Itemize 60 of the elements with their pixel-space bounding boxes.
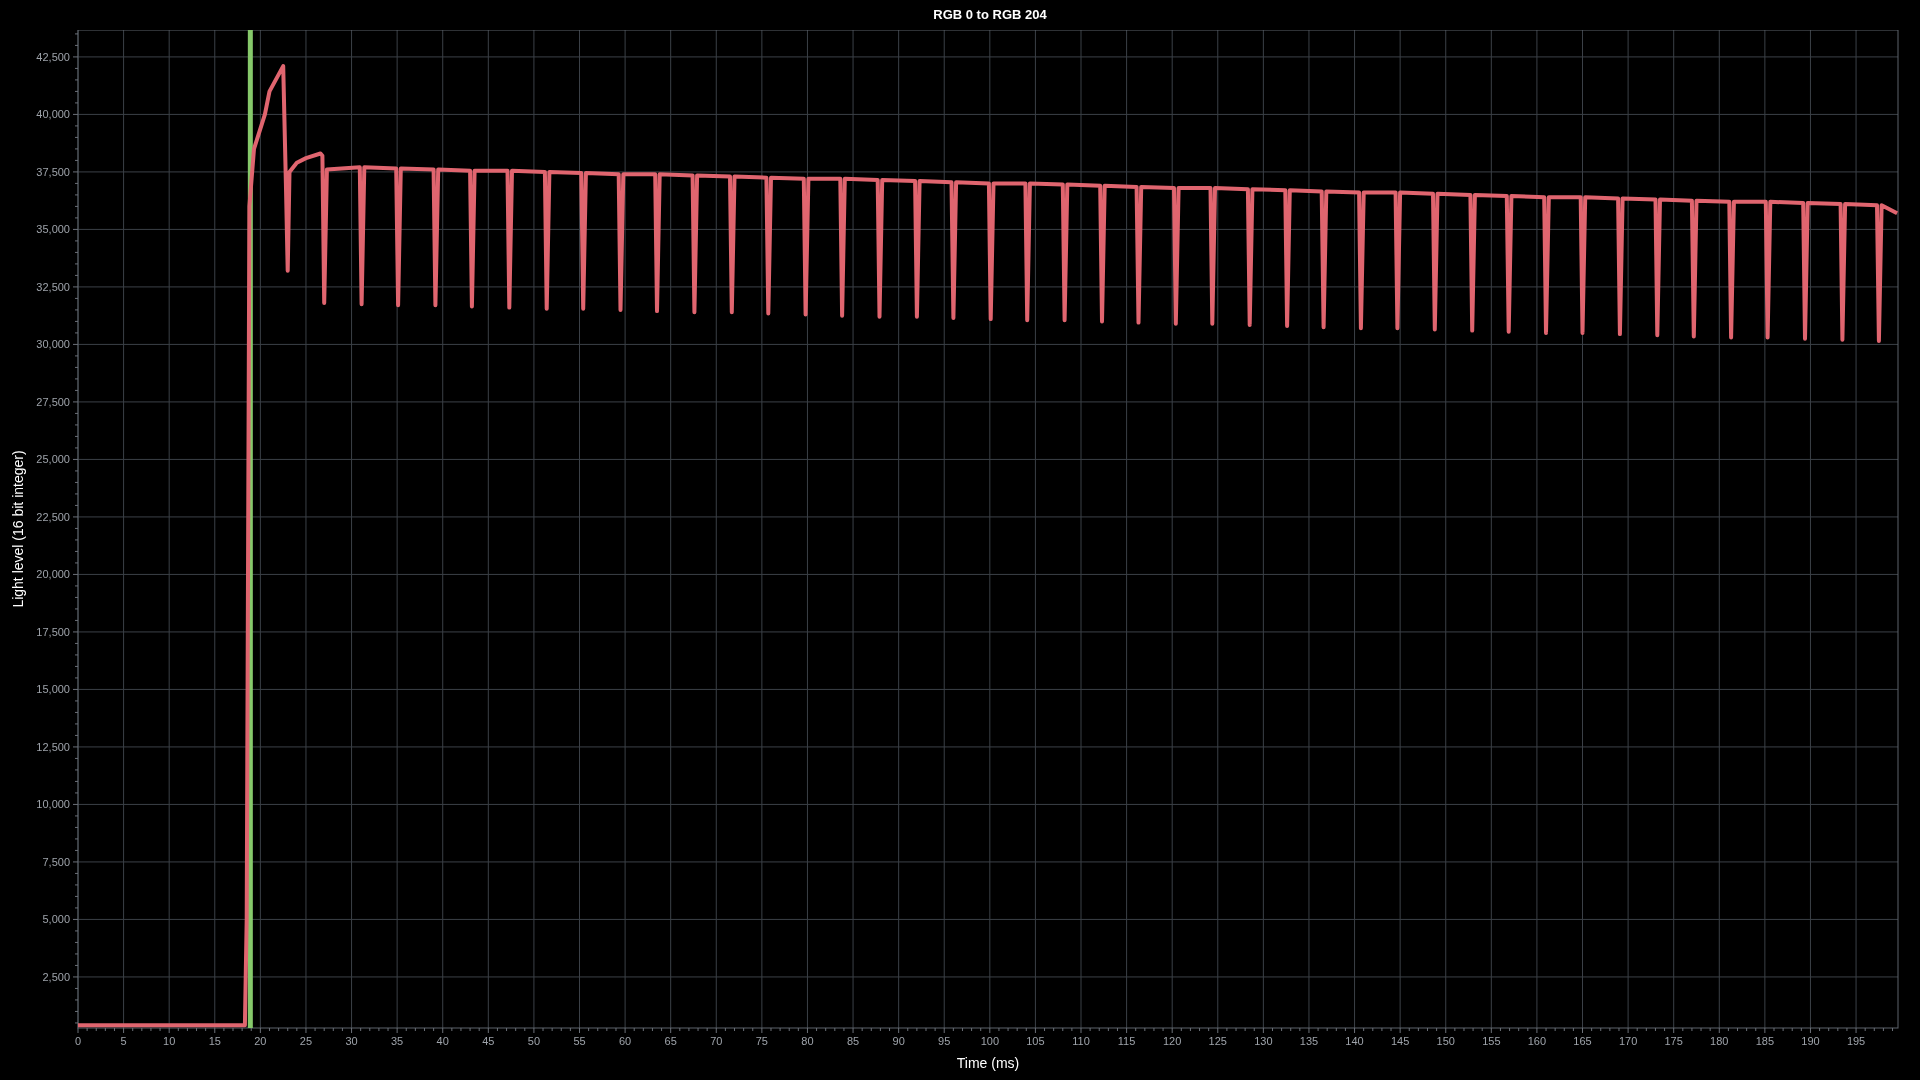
axis-title: Light level (16 bit integer) [10,450,26,608]
tick-label: 180 [1710,1035,1729,1047]
tick-label: 70 [710,1035,723,1047]
tick-label: 37,500 [36,165,70,178]
tick-label: 2,500 [42,970,70,983]
tick-label: 195 [1846,1035,1866,1047]
tick-label: 7,500 [42,855,70,868]
tick-label: 30 [345,1035,358,1047]
tick-label: 5,000 [42,913,70,926]
tick-label: 155 [1482,1035,1501,1047]
tick-label: 55 [573,1035,586,1047]
tick-label: 110 [1072,1035,1090,1047]
tick-label: 15,000 [36,683,70,696]
tick-label: 140 [1345,1035,1364,1047]
tick-label: 22,500 [36,510,70,523]
tick-label: 30,000 [36,338,70,351]
tick-label: 65 [664,1035,677,1047]
tick-label: 150 [1436,1035,1455,1047]
tick-label: 90 [892,1035,905,1047]
tick-label: 50 [527,1035,541,1047]
tick-label: 32,500 [36,280,70,293]
tick-label: 15 [208,1035,221,1047]
tick-label: 100 [980,1035,999,1047]
tick-label: 120 [1163,1035,1182,1047]
tick-label: 20,000 [36,568,70,581]
tick-label: 35,000 [36,223,70,236]
tick-label: 130 [1254,1035,1273,1047]
tick-label: 25,000 [36,453,70,466]
tick-label: 60 [618,1035,632,1047]
tick-label: 160 [1527,1035,1547,1047]
tick-label: 27,500 [36,395,70,408]
tick-label: 45 [482,1035,495,1047]
tick-label: 145 [1390,1035,1410,1047]
tick-label: 12,500 [36,740,70,753]
tick-label: 5 [120,1035,127,1047]
tick-label: 190 [1801,1035,1820,1047]
tick-label: 185 [1755,1035,1775,1047]
tick-label: 40,000 [36,108,70,121]
tick-label: 135 [1299,1035,1319,1047]
tick-label: 75 [755,1035,768,1047]
chart-title: RGB 0 to RGB 204 [933,6,1047,25]
tick-label: 10 [163,1035,176,1047]
tick-label: 40 [436,1035,449,1047]
axis-title: Time (ms) [956,1055,1020,1071]
tick-label: 0 [74,1035,82,1047]
tick-label: 95 [938,1035,951,1047]
tick-label: 125 [1208,1035,1227,1047]
tick-label: 175 [1664,1035,1683,1047]
tick-label: 85 [846,1035,860,1047]
tick-label: 80 [801,1035,814,1047]
tick-label: 25 [299,1035,313,1047]
tick-label: 20 [254,1035,267,1047]
tick-label: 35 [391,1035,404,1047]
tick-label: 10,000 [36,798,70,811]
tick-label: 17,500 [36,625,70,638]
tick-label: 115 [1117,1035,1136,1047]
tick-label: 105 [1026,1035,1045,1047]
tick-label: 42,500 [36,50,70,63]
tick-label: 170 [1618,1035,1638,1047]
tick-label: 165 [1573,1035,1592,1047]
